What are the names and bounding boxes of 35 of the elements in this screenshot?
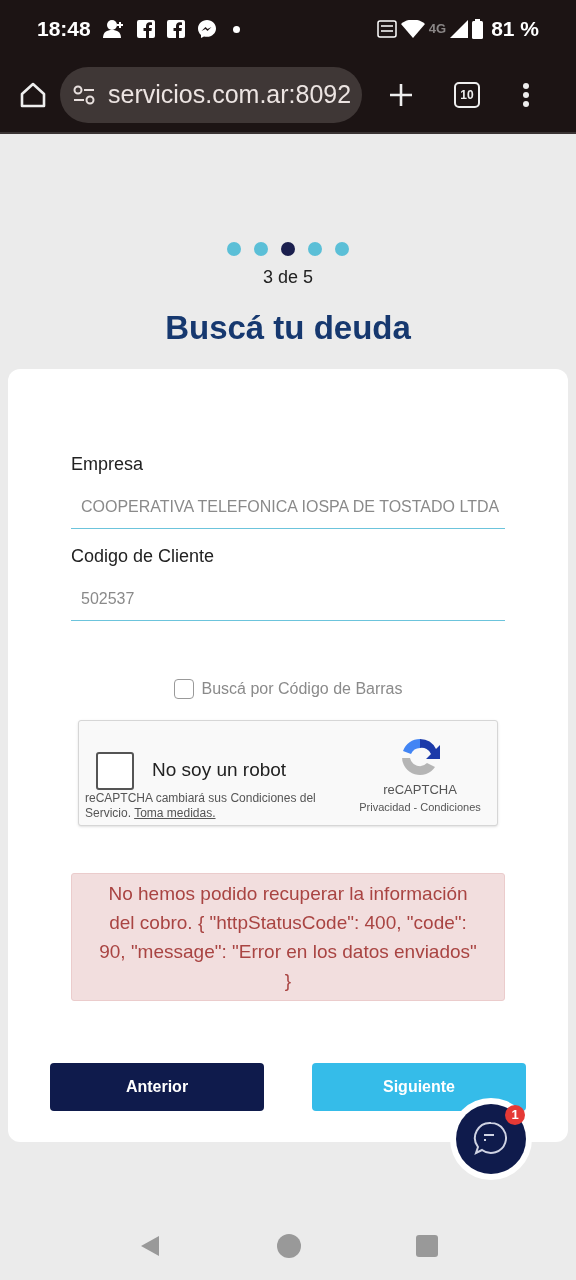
menu-icon[interactable] [522, 82, 530, 108]
error-alert: No hemos podido recuperar la información del cobro. { "httpStatusCode": 400, "code": 90, "message": "Error en los datos enviados" } [71, 872, 505, 1001]
text-field[interactable]: 502537 [71, 577, 505, 621]
address-bar[interactable]: servicios.com.ar:8092 [60, 67, 362, 123]
status-time: 18:48 [37, 16, 91, 43]
wifi-icon [400, 20, 425, 38]
terms-link[interactable]: Condiciones [420, 799, 481, 816]
site-settings-icon [72, 84, 96, 106]
facebook-icon [136, 20, 155, 38]
recaptcha-checkbox[interactable] [96, 751, 134, 790]
checkbox[interactable] [173, 678, 194, 699]
page-title: Buscá tu deuda [165, 308, 411, 348]
step-label: 3 de 5 [262, 266, 313, 289]
url-text: servicios.com.ar:8092 [108, 79, 352, 111]
privacy-link[interactable]: Privacidad [359, 799, 411, 816]
back-button[interactable]: Anterior [50, 1062, 264, 1111]
battery-level: 81 % [491, 16, 539, 43]
messenger-icon [196, 19, 217, 39]
checkbox-label: Buscá por Código de Barras [201, 678, 403, 699]
contact-add-icon [102, 19, 125, 39]
home-icon[interactable] [18, 80, 48, 110]
battery-icon [472, 19, 484, 39]
network-type: 4G [428, 20, 447, 39]
tab-switcher-button[interactable]: 10 [454, 82, 480, 108]
recaptcha-brand: reCAPTCHA [383, 780, 457, 799]
take-action-link[interactable]: Toma medidas. [134, 805, 216, 820]
separator: - [413, 800, 418, 815]
field-label: Empresa [71, 452, 145, 476]
field-label: Codigo de Cliente [71, 544, 216, 568]
signal-icon [450, 20, 469, 38]
new-tab-icon[interactable] [388, 82, 414, 108]
facebook-icon [166, 20, 185, 38]
recaptcha-label: No soy un robot [152, 758, 287, 783]
chat-icon [472, 1120, 510, 1158]
recaptcha-notice: reCAPTCHA cambiará sus Condiciones del Servicio. Toma medidas. [85, 790, 317, 821]
